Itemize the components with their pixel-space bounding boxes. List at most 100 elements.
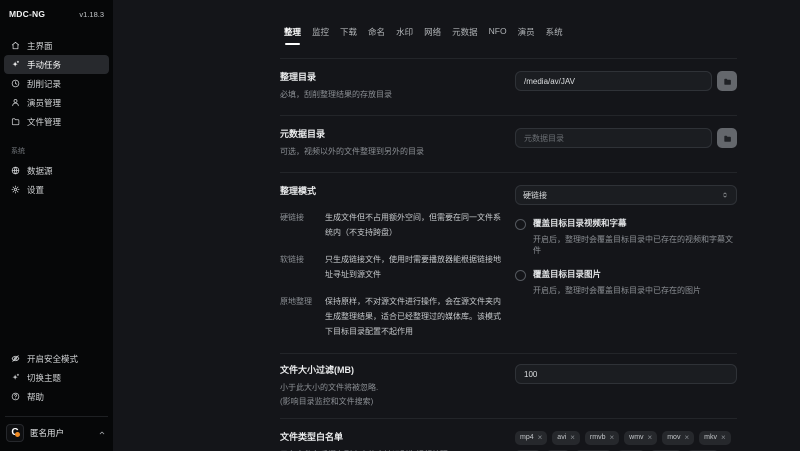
extension-tag: avi × bbox=[552, 431, 580, 445]
tab-label: 演员 bbox=[518, 27, 535, 37]
tab[interactable]: 演员 bbox=[518, 26, 535, 45]
sidebar-item-label: 帮助 bbox=[27, 391, 44, 403]
browse-target-dir-button[interactable] bbox=[717, 71, 737, 91]
size-filter-title: 文件大小过滤(MB) bbox=[280, 364, 502, 377]
sidebar-item-icon bbox=[11, 166, 20, 175]
mode-option-row: 硬链接 生成文件但不占用额外空间，但需要在同一文件系统内（不支持跨盘） bbox=[280, 210, 502, 240]
extension-tag: mp4 × bbox=[515, 431, 547, 445]
sidebar-item-icon bbox=[11, 60, 20, 69]
tab-label: 系统 bbox=[546, 27, 563, 37]
extension-tag-label: rmvb bbox=[590, 434, 606, 442]
sidebar-item[interactable]: 帮助 bbox=[4, 387, 109, 406]
user-menu[interactable]: C 匿名用户 bbox=[0, 417, 113, 451]
sidebar: MDC-NG v1.18.3 主界面 手动任务 刮削记录 演员管理 文件管理 系… bbox=[0, 0, 113, 451]
mode-title: 整理模式 bbox=[280, 185, 502, 198]
tab[interactable]: NFO bbox=[489, 26, 507, 45]
tab-label: 网络 bbox=[424, 27, 441, 37]
tab[interactable]: 命名 bbox=[368, 26, 385, 45]
sidebar-item-icon bbox=[11, 98, 20, 107]
extension-tag-label: mkv bbox=[704, 434, 717, 442]
sidebar-item-icon bbox=[11, 373, 20, 382]
app-version: v1.18.3 bbox=[79, 10, 104, 19]
section-mode: 整理模式 硬链接 生成文件但不占用额外空间，但需要在同一文件系统内（不支持跨盘）… bbox=[280, 173, 737, 353]
mode-option-row: 软链接 只生成链接文件，使用时需要播放器能根据链接地址寻址到源文件 bbox=[280, 252, 502, 282]
sidebar-item[interactable]: 切换主题 bbox=[4, 368, 109, 387]
sidebar-nav-system: 数据源 设置 bbox=[0, 159, 113, 199]
target-dir-input[interactable] bbox=[515, 71, 712, 91]
mode-select-value: 硬链接 bbox=[523, 190, 547, 201]
browse-metadata-dir-button[interactable] bbox=[717, 128, 737, 148]
sidebar-nav-main: 主界面 手动任务 刮削记录 演员管理 文件管理 bbox=[0, 19, 113, 131]
extension-tag: rmvb × bbox=[585, 431, 619, 445]
toggle-row: 覆盖目标目录图片 开启后，整理时会覆盖目标目录中已存在的图片 bbox=[515, 269, 737, 296]
section-size-filter: 文件大小过滤(MB) 小于此大小的文件将被忽略. (影响目录监控和文件搜索) bbox=[280, 354, 737, 418]
extension-tag: mov × bbox=[662, 431, 694, 445]
tab[interactable]: 网络 bbox=[424, 26, 441, 45]
extension-tag: mkv × bbox=[699, 431, 731, 445]
user-name: 匿名用户 bbox=[30, 427, 92, 439]
sidebar-item-label: 设置 bbox=[27, 184, 44, 196]
section-whitelist: 文件类型白名单 只有文件名后缀在列表中的会被识别为视频处理 mp4 × avi … bbox=[280, 419, 737, 451]
avatar-accent-dot bbox=[15, 432, 20, 437]
tab-label: 整理 bbox=[284, 27, 301, 37]
size-filter-input[interactable] bbox=[515, 364, 737, 384]
mode-option-name: 原地整理 bbox=[280, 294, 325, 339]
toggle-row: 覆盖目标目录视频和字幕 开启后，整理时会覆盖目标目录中已存在的视频和字幕文件 bbox=[515, 218, 737, 256]
sidebar-item[interactable]: 刮削记录 bbox=[4, 74, 109, 93]
remove-tag-icon[interactable]: × bbox=[721, 434, 726, 442]
mode-options: 硬链接 生成文件但不占用额外空间，但需要在同一文件系统内（不支持跨盘） 软链接 … bbox=[280, 210, 502, 339]
remove-tag-icon[interactable]: × bbox=[609, 434, 614, 442]
remove-tag-icon[interactable]: × bbox=[570, 434, 575, 442]
folder-icon bbox=[723, 77, 732, 86]
folder-icon bbox=[723, 134, 732, 143]
mode-option-name: 硬链接 bbox=[280, 210, 325, 240]
sidebar-item[interactable]: 手动任务 bbox=[4, 55, 109, 74]
remove-tag-icon[interactable]: × bbox=[684, 434, 689, 442]
settings-tabs: 整理 监控 下载 命名 水印 网络 元数据 NFO 演员 系统 bbox=[280, 0, 737, 45]
remove-tag-icon[interactable]: × bbox=[538, 434, 543, 442]
sidebar-item[interactable]: 演员管理 bbox=[4, 93, 109, 112]
mode-option-row: 原地整理 保持原样，不对源文件进行操作，会在源文件夹内生成整理结果，适合已经整理… bbox=[280, 294, 502, 339]
sidebar-item-icon bbox=[11, 354, 20, 363]
sidebar-item-icon bbox=[11, 41, 20, 50]
app-title: MDC-NG bbox=[9, 9, 45, 19]
metadata-dir-desc: 可选，视频以外的文件整理到另外的目录 bbox=[280, 146, 502, 158]
app-window: MDC-NG v1.18.3 主界面 手动任务 刮削记录 演员管理 文件管理 系… bbox=[0, 0, 800, 451]
whitelist-title: 文件类型白名单 bbox=[280, 431, 502, 444]
mode-option-desc: 保持原样，不对源文件进行操作，会在源文件夹内生成整理结果，适合已经整理过的媒体库… bbox=[325, 294, 502, 339]
sidebar-item[interactable]: 设置 bbox=[4, 180, 109, 199]
sidebar-item[interactable]: 开启安全模式 bbox=[4, 349, 109, 368]
tab[interactable]: 监控 bbox=[312, 26, 329, 45]
metadata-dir-input[interactable] bbox=[515, 128, 712, 148]
sidebar-item-icon bbox=[11, 185, 20, 194]
extension-tag-label: mov bbox=[667, 434, 680, 442]
size-filter-desc-2: (影响目录监控和文件搜索) bbox=[280, 395, 502, 408]
tab[interactable]: 下载 bbox=[340, 26, 357, 45]
toggle-switch[interactable] bbox=[515, 219, 526, 230]
remove-tag-icon[interactable]: × bbox=[648, 434, 653, 442]
sidebar-header: MDC-NG v1.18.3 bbox=[0, 0, 113, 19]
sidebar-item-icon bbox=[11, 117, 20, 126]
tab-label: NFO bbox=[489, 26, 507, 36]
size-filter-desc-1: 小于此大小的文件将被忽略. bbox=[280, 381, 502, 394]
mode-option-desc: 只生成链接文件，使用时需要播放器能根据链接地址寻址到源文件 bbox=[325, 252, 502, 282]
extension-tag-label: avi bbox=[557, 434, 566, 442]
avatar: C bbox=[6, 424, 24, 442]
sidebar-item[interactable]: 文件管理 bbox=[4, 112, 109, 131]
section-metadata-dir: 元数据目录 可选，视频以外的文件整理到另外的目录 bbox=[280, 116, 737, 172]
sidebar-item[interactable]: 主界面 bbox=[4, 36, 109, 55]
tab[interactable]: 系统 bbox=[546, 26, 563, 45]
extension-tag: wmv × bbox=[624, 431, 657, 445]
mode-option-name: 软链接 bbox=[280, 252, 325, 282]
tab[interactable]: 元数据 bbox=[452, 26, 478, 45]
tab[interactable]: 整理 bbox=[284, 26, 301, 45]
extension-tags: mp4 × avi × rmvb × wmv × mov × mkv × flv… bbox=[515, 431, 737, 451]
sidebar-item-label: 手动任务 bbox=[27, 59, 61, 71]
mode-select[interactable]: 硬链接 bbox=[515, 185, 737, 205]
extension-tag-label: mp4 bbox=[520, 434, 534, 442]
chevron-up-icon bbox=[98, 429, 106, 437]
tab[interactable]: 水印 bbox=[396, 26, 413, 45]
sidebar-item[interactable]: 数据源 bbox=[4, 161, 109, 180]
toggle-label: 覆盖目标目录图片 bbox=[533, 269, 701, 280]
toggle-switch[interactable] bbox=[515, 270, 526, 281]
